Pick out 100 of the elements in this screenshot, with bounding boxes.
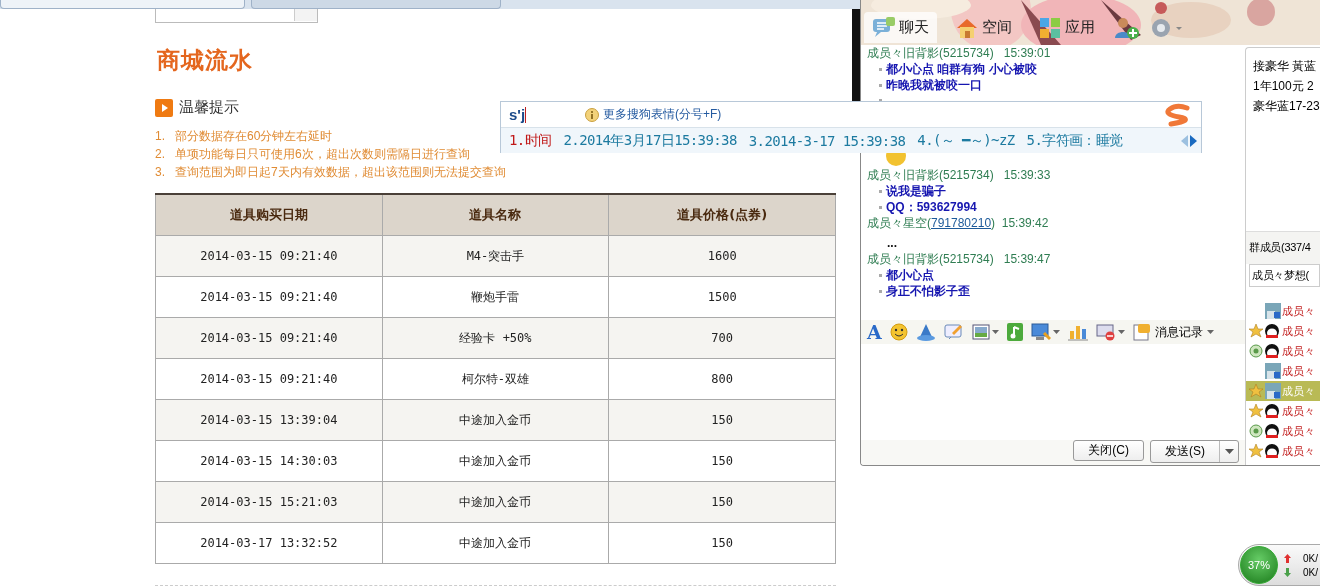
table-cell: 中途加入金币 bbox=[382, 399, 609, 441]
smiley-icon bbox=[885, 153, 907, 167]
penguin-avatar-icon bbox=[1264, 322, 1282, 340]
star-badge-icon bbox=[1248, 383, 1264, 399]
member-search-field[interactable]: 成员々梦想( bbox=[1249, 264, 1320, 287]
member-item[interactable]: 成员々 bbox=[1246, 361, 1320, 381]
message-header: 成员々旧背影(5215734) 15:39:01 bbox=[867, 45, 1052, 61]
list-number: 2. bbox=[155, 146, 166, 163]
apps-grid-icon bbox=[1038, 15, 1062, 40]
table-cell: M4-突击手 bbox=[382, 235, 609, 277]
table-cell: 2014-03-15 14:30:03 bbox=[155, 440, 383, 482]
table-cell: 1600 bbox=[608, 235, 836, 277]
caret-icon bbox=[991, 330, 999, 334]
monitor-icon bbox=[1030, 323, 1051, 341]
next-icon[interactable] bbox=[1190, 134, 1197, 147]
column-header: 道具名称 bbox=[382, 194, 609, 236]
smiley-icon[interactable] bbox=[889, 323, 908, 341]
table-cell: 鞭炮手雷 bbox=[382, 276, 609, 318]
caret-icon bbox=[1117, 330, 1125, 334]
browser-tab[interactable] bbox=[0, 0, 245, 9]
notice-text: 豪华蓝17-23 bbox=[1253, 98, 1320, 115]
message-text: QQ：593627994 bbox=[886, 199, 977, 215]
bullet-icon bbox=[879, 273, 882, 277]
candidate[interactable]: 1.时间 bbox=[509, 131, 552, 150]
star-badge-icon bbox=[1248, 403, 1264, 419]
avatar-icon bbox=[1264, 382, 1282, 400]
dropdown-field[interactable] bbox=[155, 9, 318, 23]
bar-chart-icon[interactable] bbox=[1067, 323, 1088, 341]
upload-arrow-icon bbox=[1284, 553, 1291, 563]
close-button[interactable]: 关闭(C) bbox=[1073, 440, 1144, 461]
star-badge-icon bbox=[1248, 443, 1264, 459]
member-item[interactable]: 成员々 bbox=[1246, 441, 1320, 461]
chat-bubble-icon bbox=[872, 15, 896, 40]
message-header: 成员々旧背影(5215734) 15:39:47 bbox=[867, 251, 1052, 267]
font-button[interactable]: A bbox=[867, 321, 882, 343]
message-text: 昨晚我就被咬一口 bbox=[886, 77, 982, 93]
penguin-avatar-icon bbox=[1264, 402, 1282, 420]
history-button[interactable]: 消息记录 bbox=[1132, 323, 1214, 341]
tips-heading: 温馨提示 bbox=[179, 98, 239, 117]
candidate[interactable]: 3.2014-3-17 15:39:38 bbox=[748, 132, 906, 149]
candidate[interactable]: 2.2014年3月17日15:39:38 bbox=[563, 131, 737, 150]
message-text: 都小心点 bbox=[886, 267, 934, 283]
member-item[interactable]: 成员々 bbox=[1246, 421, 1320, 441]
avatar-icon bbox=[1264, 362, 1282, 380]
play-icon bbox=[155, 98, 173, 117]
music-icon[interactable] bbox=[1006, 323, 1023, 341]
id-link[interactable]: 791780210 bbox=[931, 216, 992, 230]
member-item[interactable]: 成员々 bbox=[1246, 301, 1320, 321]
caret-icon bbox=[1224, 449, 1234, 454]
member-item[interactable]: 成员々 bbox=[1246, 321, 1320, 341]
table-cell: 中途加入金币 bbox=[382, 440, 609, 482]
hat-icon[interactable] bbox=[915, 323, 936, 341]
table-cell: 150 bbox=[608, 522, 836, 564]
bullet-icon bbox=[879, 289, 882, 293]
table-cell: 2014-03-15 09:21:40 bbox=[155, 317, 383, 359]
notice-text: 1年100元 2 bbox=[1253, 78, 1315, 95]
bullet-icon bbox=[879, 205, 882, 209]
message-text: 身正不怕影子歪 bbox=[886, 283, 970, 299]
edit-bubble-icon[interactable] bbox=[943, 323, 964, 341]
message-text: 都小心点 咱群有狗 小心被咬 bbox=[886, 61, 1037, 77]
table-cell: 2014-03-15 15:21:03 bbox=[155, 481, 383, 523]
penguin-avatar-icon bbox=[1264, 442, 1282, 460]
bullet-icon bbox=[879, 67, 882, 71]
window-block-icon bbox=[1095, 323, 1116, 341]
star-badge-icon bbox=[1248, 323, 1264, 339]
add-contact-icon[interactable] bbox=[1113, 15, 1139, 40]
history-icon bbox=[1132, 323, 1151, 341]
download-speed: 0K/ bbox=[1303, 566, 1318, 578]
column-header: 道具购买日期 bbox=[155, 194, 383, 236]
message-header: 成员々旧背影(5215734) 15:39:33 bbox=[867, 167, 1052, 183]
table-cell: 2014-03-17 13:32:52 bbox=[155, 522, 383, 564]
block-button[interactable] bbox=[1095, 323, 1125, 341]
table-cell: 700 bbox=[608, 317, 836, 359]
table-cell: 800 bbox=[608, 358, 836, 400]
ime-input[interactable]: s'j bbox=[509, 106, 585, 123]
image-button[interactable] bbox=[971, 324, 999, 340]
penguin-avatar-icon bbox=[1264, 342, 1282, 360]
candidate[interactable]: 5.字符画：睡觉 bbox=[1026, 131, 1123, 150]
text-cursor bbox=[525, 106, 527, 123]
list-number: 3. bbox=[155, 164, 166, 181]
table-cell: 2014-03-15 09:21:40 bbox=[155, 276, 383, 318]
tab[interactable]: 空间 bbox=[947, 12, 1020, 43]
tab[interactable]: 聊天 bbox=[864, 12, 937, 43]
memory-gauge: 37% bbox=[1240, 546, 1278, 584]
member-item[interactable]: 成员々 bbox=[1246, 341, 1320, 361]
candidate[interactable]: 4.(～ ━～)~zZ bbox=[917, 131, 1015, 150]
screenshot-button[interactable] bbox=[1030, 323, 1060, 341]
list-number: 1. bbox=[155, 128, 166, 145]
sogou-logo-icon bbox=[1163, 103, 1193, 127]
chat-badge-icon bbox=[1248, 343, 1264, 359]
emoticon-link[interactable]: 更多搜狗表情(分号+F) bbox=[603, 106, 722, 123]
table-cell: 柯尔特-双雄 bbox=[382, 358, 609, 400]
table-cell: 2014-03-15 13:39:04 bbox=[155, 399, 383, 441]
member-item[interactable]: 成员々 bbox=[1246, 401, 1320, 421]
message-text: 说我是骗子 bbox=[886, 183, 946, 199]
bullet-icon bbox=[879, 189, 882, 193]
message-text: ... bbox=[886, 235, 898, 251]
members-heading: 群成员(337/4 bbox=[1246, 231, 1320, 264]
tip-text: 部分数据存在60分钟左右延时 bbox=[175, 128, 333, 145]
page-title: 商城流水 bbox=[157, 45, 254, 75]
